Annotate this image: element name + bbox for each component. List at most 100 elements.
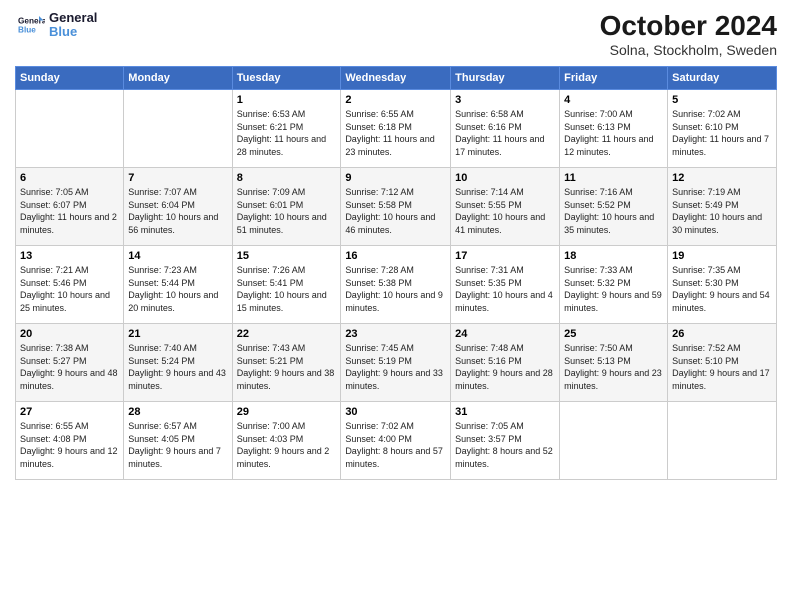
day-number: 6 (20, 172, 119, 184)
calendar-week-row: 27Sunrise: 6:55 AMSunset: 4:08 PMDayligh… (16, 402, 777, 480)
weekday-header: Saturday (668, 67, 777, 90)
calendar-cell: 10Sunrise: 7:14 AMSunset: 5:55 PMDayligh… (451, 168, 560, 246)
day-info: Sunrise: 7:16 AMSunset: 5:52 PMDaylight:… (564, 186, 663, 236)
day-number: 13 (20, 250, 119, 262)
day-number: 3 (455, 94, 555, 106)
day-number: 9 (345, 172, 446, 184)
day-info: Sunrise: 7:52 AMSunset: 5:10 PMDaylight:… (672, 342, 772, 392)
calendar-cell: 13 Sunrise: 7:21 AMSunset: 5:46 PMDayligh… (16, 246, 124, 324)
day-number: 26 (672, 328, 772, 340)
day-info: Sunrise: 7:48 AMSunset: 5:16 PMDaylight:… (455, 342, 555, 392)
day-number: 11 (564, 172, 663, 184)
calendar-week-row: 1 Sunrise: 6:53 AMSunset: 6:21 PMDaylight… (16, 90, 777, 168)
calendar-cell: 5 Sunrise: 7:02 AMSunset: 6:10 PMDaylight… (668, 90, 777, 168)
day-number: 12 (672, 172, 772, 184)
calendar-cell: 6 Sunrise: 7:05 AMSunset: 6:07 PMDaylight… (16, 168, 124, 246)
calendar-cell: 22 Sunrise: 7:43 AMSunset: 5:21 PMDayligh… (232, 324, 341, 402)
day-number: 25 (564, 328, 663, 340)
calendar-cell: 27Sunrise: 6:55 AMSunset: 4:08 PMDayligh… (16, 402, 124, 480)
logo-general: General (49, 11, 97, 25)
calendar-header-row: SundayMondayTuesdayWednesdayThursdayFrid… (16, 67, 777, 90)
calendar-cell: 28 Sunrise: 6:57 AMSunset: 4:05 PMDayligh… (124, 402, 232, 480)
calendar-cell (560, 402, 668, 480)
day-info: Sunrise: 7:02 AMSunset: 4:00 PMDaylight:… (345, 420, 446, 470)
day-number: 15 (237, 250, 337, 262)
calendar-cell (668, 402, 777, 480)
day-info: Sunrise: 7:21 AMSunset: 5:46 PMDaylight:… (20, 264, 119, 314)
day-info: Sunrise: 7:09 AMSunset: 6:01 PMDaylight:… (237, 186, 337, 236)
day-number: 22 (237, 328, 337, 340)
day-info: Sunrise: 7:45 AMSunset: 5:19 PMDaylight:… (345, 342, 446, 392)
calendar-week-row: 13 Sunrise: 7:21 AMSunset: 5:46 PMDayligh… (16, 246, 777, 324)
calendar-cell: 12 Sunrise: 7:19 AMSunset: 5:49 PMDayligh… (668, 168, 777, 246)
weekday-header: Monday (124, 67, 232, 90)
day-info: Sunrise: 7:50 AMSunset: 5:13 PMDaylight:… (564, 342, 663, 392)
day-info: Sunrise: 7:05 AMSunset: 6:07 PMDaylight:… (20, 186, 119, 236)
day-number: 19 (672, 250, 772, 262)
calendar-table: SundayMondayTuesdayWednesdayThursdayFrid… (15, 66, 777, 480)
weekday-header: Friday (560, 67, 668, 90)
day-info: Sunrise: 7:12 AMSunset: 5:58 PMDaylight:… (345, 186, 446, 236)
calendar-cell: 19 Sunrise: 7:35 AMSunset: 5:30 PMDayligh… (668, 246, 777, 324)
day-info: Sunrise: 6:58 AMSunset: 6:16 PMDaylight:… (455, 108, 555, 158)
calendar-cell: 21Sunrise: 7:40 AMSunset: 5:24 PMDayligh… (124, 324, 232, 402)
calendar-cell: 24 Sunrise: 7:48 AMSunset: 5:16 PMDayligh… (451, 324, 560, 402)
day-info: Sunrise: 6:53 AMSunset: 6:21 PMDaylight:… (237, 108, 337, 158)
day-info: Sunrise: 6:55 AMSunset: 4:08 PMDaylight:… (20, 420, 119, 470)
calendar-week-row: 20 Sunrise: 7:38 AMSunset: 5:27 PMDayligh… (16, 324, 777, 402)
calendar-cell: 17 Sunrise: 7:31 AMSunset: 5:35 PMDayligh… (451, 246, 560, 324)
day-number: 14 (128, 250, 227, 262)
calendar-week-row: 6 Sunrise: 7:05 AMSunset: 6:07 PMDaylight… (16, 168, 777, 246)
day-info: Sunrise: 7:40 AMSunset: 5:24 PMDaylight:… (128, 342, 227, 392)
day-number: 17 (455, 250, 555, 262)
calendar-cell: 14 Sunrise: 7:23 AMSunset: 5:44 PMDayligh… (124, 246, 232, 324)
day-number: 2 (345, 94, 446, 106)
title-block: October 2024 Solna, Stockholm, Sweden (600, 10, 777, 58)
calendar-cell: 15 Sunrise: 7:26 AMSunset: 5:41 PMDayligh… (232, 246, 341, 324)
svg-text:General: General (18, 17, 45, 26)
day-info: Sunrise: 6:57 AMSunset: 4:05 PMDaylight:… (128, 420, 227, 470)
logo-blue: Blue (49, 25, 97, 39)
day-info: Sunrise: 7:02 AMSunset: 6:10 PMDaylight:… (672, 108, 772, 158)
day-number: 28 (128, 406, 227, 418)
day-number: 23 (345, 328, 446, 340)
weekday-header: Wednesday (341, 67, 451, 90)
day-info: Sunrise: 7:07 AMSunset: 6:04 PMDaylight:… (128, 186, 227, 236)
calendar-cell: 3 Sunrise: 6:58 AMSunset: 6:16 PMDaylight… (451, 90, 560, 168)
calendar-cell (16, 90, 124, 168)
svg-text:Blue: Blue (18, 26, 36, 35)
day-info: Sunrise: 7:28 AMSunset: 5:38 PMDaylight:… (345, 264, 446, 314)
calendar-cell: 26 Sunrise: 7:52 AMSunset: 5:10 PMDayligh… (668, 324, 777, 402)
calendar-cell: 1 Sunrise: 6:53 AMSunset: 6:21 PMDaylight… (232, 90, 341, 168)
day-info: Sunrise: 7:31 AMSunset: 5:35 PMDaylight:… (455, 264, 555, 314)
day-number: 29 (237, 406, 337, 418)
page-header: General Blue General Blue October 2024 S… (15, 10, 777, 58)
day-info: Sunrise: 7:35 AMSunset: 5:30 PMDaylight:… (672, 264, 772, 314)
day-number: 30 (345, 406, 446, 418)
day-number: 16 (345, 250, 446, 262)
logo-icon: General Blue (15, 10, 45, 40)
day-info: Sunrise: 7:23 AMSunset: 5:44 PMDaylight:… (128, 264, 227, 314)
calendar-cell: 18Sunrise: 7:33 AMSunset: 5:32 PMDayligh… (560, 246, 668, 324)
day-number: 1 (237, 94, 337, 106)
calendar-cell: 11 Sunrise: 7:16 AMSunset: 5:52 PMDayligh… (560, 168, 668, 246)
day-info: Sunrise: 6:55 AMSunset: 6:18 PMDaylight:… (345, 108, 446, 158)
calendar-cell: 25 Sunrise: 7:50 AMSunset: 5:13 PMDayligh… (560, 324, 668, 402)
day-info: Sunrise: 7:19 AMSunset: 5:49 PMDaylight:… (672, 186, 772, 236)
day-info: Sunrise: 7:26 AMSunset: 5:41 PMDaylight:… (237, 264, 337, 314)
day-number: 20 (20, 328, 119, 340)
location: Solna, Stockholm, Sweden (600, 42, 777, 58)
day-number: 31 (455, 406, 555, 418)
day-number: 5 (672, 94, 772, 106)
day-number: 18 (564, 250, 663, 262)
day-number: 24 (455, 328, 555, 340)
weekday-header: Thursday (451, 67, 560, 90)
calendar-cell (124, 90, 232, 168)
day-info: Sunrise: 7:43 AMSunset: 5:21 PMDaylight:… (237, 342, 337, 392)
day-info: Sunrise: 7:38 AMSunset: 5:27 PMDaylight:… (20, 342, 119, 392)
month-title: October 2024 (600, 10, 777, 42)
weekday-header: Tuesday (232, 67, 341, 90)
day-info: Sunrise: 7:00 AMSunset: 6:13 PMDaylight:… (564, 108, 663, 158)
day-number: 4 (564, 94, 663, 106)
day-number: 8 (237, 172, 337, 184)
